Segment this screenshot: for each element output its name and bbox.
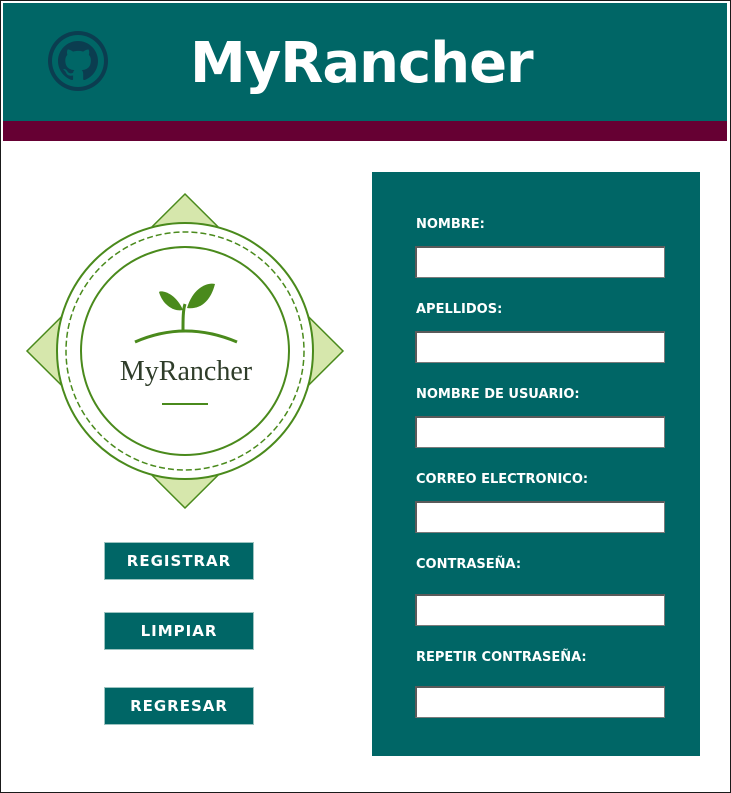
email-input[interactable] bbox=[415, 501, 665, 533]
repeat-password-label: REPETIR CONTRASEÑA: bbox=[416, 650, 587, 665]
logo-text: MyRancher bbox=[120, 356, 253, 387]
nombre-input[interactable] bbox=[415, 246, 665, 278]
username-input[interactable] bbox=[415, 416, 665, 448]
register-button[interactable]: REGISTRAR bbox=[104, 542, 254, 580]
password-label: CONTRASEÑA: bbox=[416, 557, 522, 572]
back-button[interactable]: REGRESAR bbox=[104, 687, 254, 725]
myrancher-logo: MyRancher bbox=[25, 192, 345, 510]
username-label: NOMBRE DE USUARIO: bbox=[416, 387, 580, 402]
clear-button[interactable]: LIMPIAR bbox=[104, 612, 254, 650]
apellidos-input[interactable] bbox=[415, 331, 665, 363]
repeat-password-input[interactable] bbox=[415, 686, 665, 718]
app-title: MyRancher bbox=[190, 31, 534, 96]
header-accent-stripe bbox=[3, 121, 727, 141]
apellidos-label: APELLIDOS: bbox=[416, 302, 503, 317]
github-icon[interactable] bbox=[46, 29, 110, 93]
password-input[interactable] bbox=[415, 594, 665, 626]
email-label: CORREO ELECTRONICO: bbox=[416, 472, 589, 487]
nombre-label: NOMBRE: bbox=[416, 217, 485, 232]
